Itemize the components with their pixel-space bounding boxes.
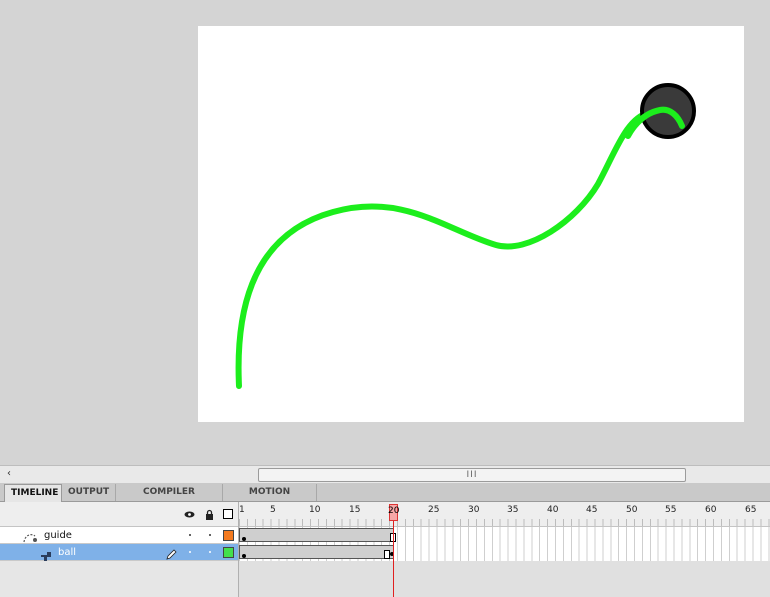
layer-color-swatch[interactable] xyxy=(223,547,234,558)
tab-output[interactable]: OUTPUT xyxy=(62,484,116,501)
frame-number: 45 xyxy=(586,505,598,515)
stage-canvas[interactable] xyxy=(198,26,744,422)
motion-guide-path[interactable] xyxy=(235,108,685,389)
pencil-icon xyxy=(165,546,177,560)
scroll-left-icon[interactable]: ‹ xyxy=(2,467,16,481)
frame-number: 10 xyxy=(309,505,321,515)
lock-icon[interactable] xyxy=(204,509,215,520)
empty-frames xyxy=(239,561,770,597)
layer-name: ball xyxy=(58,547,77,558)
keyframe-dot xyxy=(242,554,246,558)
frame-number: 65 xyxy=(745,505,757,515)
layer-name: guide xyxy=(44,530,72,541)
timeline-empty-area[interactable] xyxy=(0,561,770,597)
frame-span[interactable] xyxy=(239,545,394,559)
stage-artwork xyxy=(235,83,696,389)
tab-motion-editor[interactable]: MOTION EDITOR xyxy=(223,484,317,514)
frame-cells[interactable] xyxy=(239,544,770,561)
frame-number: 60 xyxy=(705,505,717,515)
outline-icon[interactable] xyxy=(223,509,233,519)
layer-icon xyxy=(40,547,52,561)
layer-row-ball[interactable]: ball xyxy=(0,544,770,561)
frame-number: 55 xyxy=(665,505,677,515)
frame-number: 40 xyxy=(547,505,559,515)
frame-number: 1 xyxy=(239,505,245,515)
frame-number: 50 xyxy=(626,505,638,515)
layer-row-guide[interactable]: guide xyxy=(0,527,770,544)
horizontal-scrollbar[interactable]: ‹ III xyxy=(0,465,770,483)
visibility-dot[interactable] xyxy=(189,551,191,553)
frame-number: 15 xyxy=(349,505,361,515)
scrollbar-grip-icon: III xyxy=(466,470,478,480)
tab-compiler-errors[interactable]: COMPILER ERRORS xyxy=(116,484,223,514)
frame-number: 35 xyxy=(507,505,519,515)
frame-number: 25 xyxy=(428,505,440,515)
motion-guide-icon xyxy=(22,529,38,543)
eye-icon[interactable] xyxy=(184,509,195,520)
frame-number: 30 xyxy=(468,505,480,515)
current-frame-number: 20 xyxy=(388,506,400,516)
frame-ruler[interactable]: 1 5 10 15 20 25 30 35 40 45 50 55 60 65 xyxy=(239,502,770,526)
keyframe-dot xyxy=(242,537,246,541)
panel-tab-bar: TIMELINE OUTPUT COMPILER ERRORS MOTION E… xyxy=(0,483,770,514)
lock-dot[interactable] xyxy=(209,551,211,553)
frame-cells[interactable] xyxy=(239,527,770,544)
playhead-line xyxy=(393,521,394,597)
tab-timeline[interactable]: TIMELINE xyxy=(4,484,62,502)
frame-number: 5 xyxy=(270,505,276,515)
stage-workspace xyxy=(0,0,770,465)
timeline-header: 1 5 10 15 20 25 30 35 40 45 50 55 60 65 … xyxy=(0,502,770,527)
visibility-dot[interactable] xyxy=(189,534,191,536)
scrollbar-thumb[interactable]: III xyxy=(258,468,686,482)
lock-dot[interactable] xyxy=(209,534,211,536)
timeline-panel: 1 5 10 15 20 25 30 35 40 45 50 55 60 65 … xyxy=(0,502,770,597)
layer-color-swatch[interactable] xyxy=(223,530,234,541)
ruler-ticks xyxy=(239,519,770,526)
frame-span[interactable] xyxy=(239,528,396,542)
layer-column-divider xyxy=(238,502,239,597)
